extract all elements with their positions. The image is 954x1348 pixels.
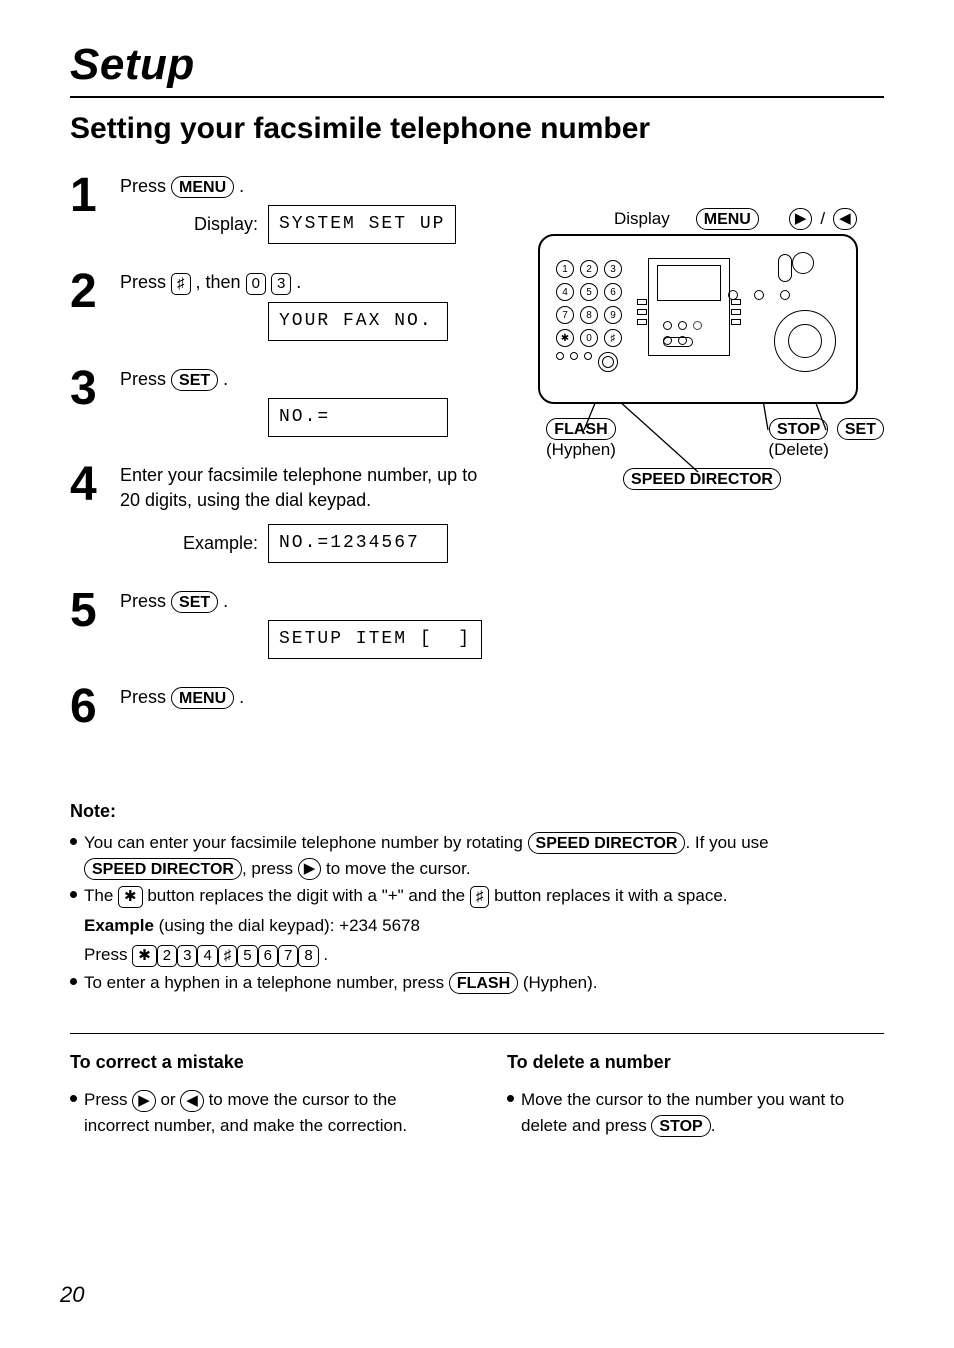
display-label: Display: (120, 212, 268, 237)
flash-button-label: FLASH (546, 418, 615, 440)
step-number: 4 (70, 461, 102, 509)
step-number: 3 (70, 365, 102, 413)
hyphen-label: (Hyphen) (546, 440, 616, 460)
key-sequence: ✱234♯5678 (132, 945, 318, 964)
menu-button: MENU (171, 176, 234, 198)
note-bullet: You can enter your facsimile telephone n… (70, 830, 884, 881)
step-number: 6 (70, 683, 102, 731)
three-key: 3 (271, 273, 291, 295)
set-button-label: SET (837, 418, 884, 440)
dial-key: 5 (237, 945, 257, 967)
section-heading: Setting your facsimile telephone number (70, 112, 884, 146)
set-button: SET (171, 369, 218, 391)
dial-key: ✱ (132, 945, 157, 967)
step-text: Press (120, 176, 171, 196)
dial-key: 6 (258, 945, 278, 967)
page-title: Setup (70, 40, 884, 98)
step-text: Press (120, 687, 171, 707)
step-1: 1 Press MENU . Display: SYSTEM SET UP (70, 172, 490, 244)
dial-key: 3 (177, 945, 197, 967)
device-diagram: Display MENU ▶ / ◀ (520, 172, 884, 755)
lcd-display: SETUP ITEM [ ] (268, 620, 482, 659)
speed-director-label: SPEED DIRECTOR (623, 468, 781, 490)
step-number: 2 (70, 268, 102, 316)
step-5: 5 Press SET . SETUP ITEM [ ] (70, 587, 490, 659)
dial-key: 2 (157, 945, 177, 967)
delete-number-section: To delete a number Move the cursor to th… (507, 1052, 884, 1140)
correct-mistake-section: To correct a mistake Press ▶ or ◀ to mov… (70, 1052, 447, 1140)
step-3: 3 Press SET . NO.= (70, 365, 490, 437)
page-number: 20 (60, 1282, 84, 1308)
dial-key: ♯ (218, 945, 238, 967)
hash-key: ♯ (470, 886, 490, 908)
menu-button: MENU (171, 687, 234, 709)
divider (70, 1033, 884, 1034)
step-2: 2 Press ♯ , then 0 3 . YOUR FAX NO. (70, 268, 490, 340)
subsection-heading: To correct a mistake (70, 1052, 447, 1073)
example-label: Example (84, 916, 154, 935)
set-button: SET (171, 591, 218, 613)
dial-key: 4 (197, 945, 217, 967)
hash-key: ♯ (171, 273, 191, 295)
step-number: 5 (70, 587, 102, 635)
delete-label: (Delete) (768, 440, 828, 460)
dial-key: 8 (298, 945, 318, 967)
display-label: Display (614, 209, 670, 229)
step-text: Press (120, 272, 171, 292)
dial-keypad-icon: 123 456 789 ✱0♯ (556, 260, 622, 372)
stop-button-label: STOP (769, 418, 828, 440)
lcd-display: SYSTEM SET UP (268, 205, 456, 244)
step-4: 4 Enter your facsimile telephone number,… (70, 461, 490, 563)
subsection-heading: To delete a number (507, 1052, 884, 1073)
step-number: 1 (70, 172, 102, 220)
note-bullet: The ✱ button replaces the digit with a "… (70, 883, 884, 968)
note-section: Note: You can enter your facsimile telep… (70, 801, 884, 995)
stop-button: STOP (651, 1115, 710, 1137)
example-label: Example: (120, 531, 268, 556)
bullet-item: Move the cursor to the number you want t… (507, 1087, 884, 1138)
left-arrow-icon: ◀ (833, 208, 857, 230)
lcd-display: NO.=1234567 (268, 524, 448, 563)
right-arrow-icon: ▶ (789, 208, 813, 230)
note-bullet: To enter a hyphen in a telephone number,… (70, 970, 884, 996)
steps-column: 1 Press MENU . Display: SYSTEM SET UP 2 (70, 172, 490, 755)
speed-director-button: SPEED DIRECTOR (84, 858, 242, 880)
right-arrow-icon: ▶ (132, 1090, 156, 1112)
step-text: Press (120, 591, 171, 611)
bullet-item: Press ▶ or ◀ to move the cursor to the i… (70, 1087, 447, 1138)
note-heading: Note: (70, 801, 884, 822)
menu-button-label: MENU (696, 208, 759, 230)
zero-key: 0 (246, 273, 266, 295)
right-arrow-icon: ▶ (298, 858, 322, 880)
flash-button: FLASH (449, 972, 518, 994)
left-arrow-icon: ◀ (180, 1090, 204, 1112)
step-6: 6 Press MENU . (70, 683, 490, 731)
star-key: ✱ (118, 886, 143, 908)
speed-director-button: SPEED DIRECTOR (528, 832, 686, 854)
document-feeder-icon (648, 258, 730, 356)
lcd-display: NO.= (268, 398, 448, 437)
lcd-display: YOUR FAX NO. (268, 302, 448, 341)
dial-key: 7 (278, 945, 298, 967)
step-text: Press (120, 369, 171, 389)
step-text: Enter your facsimile telephone number, u… (120, 463, 490, 513)
